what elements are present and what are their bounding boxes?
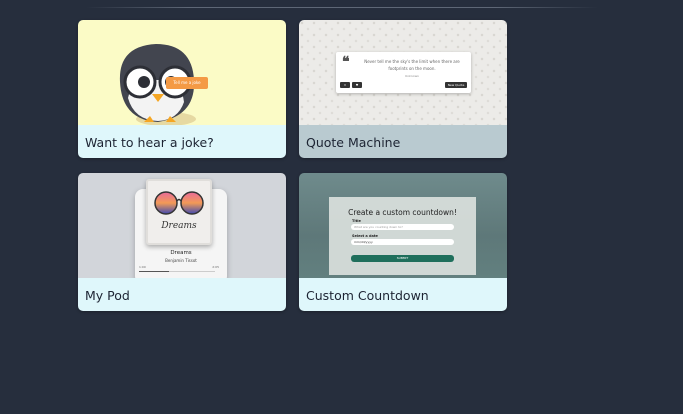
quote-author: Unknown <box>405 74 419 78</box>
album-title: Dreams <box>161 221 197 231</box>
joke-thumbnail: Tell me a joke <box>78 20 286 125</box>
time-elapsed: 1:00 <box>139 265 146 269</box>
album-art: Dreams <box>146 179 212 245</box>
sunglasses-icon <box>154 191 204 215</box>
project-title: Custom Countdown <box>299 278 507 311</box>
project-title: Quote Machine <box>299 125 507 158</box>
song-title: Dreams <box>170 250 192 256</box>
quote-box: ❝ Never tell me the sky's the limit when… <box>336 52 471 93</box>
new-quote-button: New Quote <box>445 82 467 88</box>
project-card-quote-machine[interactable]: ❝ Never tell me the sky's the limit when… <box>299 20 507 158</box>
joke-tag: Tell me a joke <box>173 80 201 85</box>
penguin-illustration <box>119 44 208 125</box>
progress-fill <box>139 271 170 272</box>
project-card-joke[interactable]: Tell me a joke Want to hear a joke? <box>78 20 286 158</box>
date-input: mm/dd/yyyy <box>351 239 454 245</box>
twitter-button: ▾ <box>340 82 350 88</box>
date-label: Select a date <box>352 234 378 238</box>
title-input: What are you counting down to? <box>351 224 454 230</box>
song-artist: Benjamin Tissot <box>165 258 197 263</box>
header-divider <box>86 7 598 8</box>
progress-bar <box>139 271 215 272</box>
countdown-form: Create a custom countdown! Title What ar… <box>329 197 476 275</box>
time-total: 2:05 <box>212 265 219 269</box>
project-card-my-pod[interactable]: Dreams 1:00 2:05 Dreams Benjamin Tissot … <box>78 173 286 311</box>
new-quote-label: New Quote <box>447 83 465 87</box>
quote-machine-thumbnail: ❝ Never tell me the sky's the limit when… <box>299 20 507 125</box>
tumblr-button: ♥ <box>352 82 362 88</box>
title-label: Title <box>352 219 361 223</box>
countdown-thumbnail: Create a custom countdown! Title What ar… <box>299 173 507 278</box>
project-title: Want to hear a joke? <box>78 125 286 158</box>
project-card-custom-countdown[interactable]: Create a custom countdown! Title What ar… <box>299 173 507 311</box>
my-pod-thumbnail: Dreams 1:00 2:05 Dreams Benjamin Tissot <box>78 173 286 278</box>
music-player: Dreams 1:00 2:05 Dreams Benjamin Tissot <box>135 179 227 278</box>
quote-text: Never tell me the sky's the limit when t… <box>364 59 460 71</box>
quote-mark-icon: ❝ <box>342 54 350 70</box>
twitter-icon: ▾ <box>344 83 346 87</box>
tumblr-icon: ♥ <box>355 83 359 87</box>
countdown-heading: Create a custom countdown! <box>348 208 457 217</box>
project-title: My Pod <box>78 278 286 311</box>
submit-button: SUBMIT <box>351 255 454 262</box>
